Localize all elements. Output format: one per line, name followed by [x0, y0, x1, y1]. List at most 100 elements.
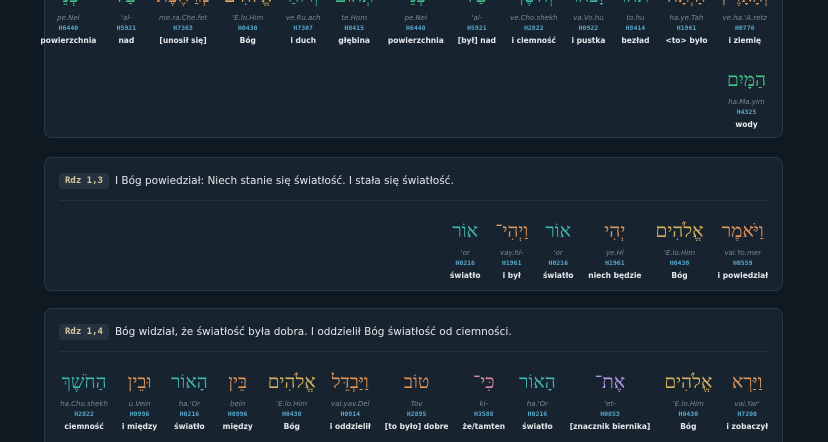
- strongs-number[interactable]: H5921: [117, 24, 137, 32]
- polish-gloss: i ciemność: [511, 36, 556, 45]
- transliteration: te.Hom: [341, 14, 368, 22]
- strongs-number[interactable]: H0216: [548, 259, 568, 267]
- strongs-number[interactable]: H0216: [455, 259, 475, 267]
- transliteration: ve.Cho.shekh: [510, 14, 558, 22]
- interlinear-word[interactable]: וַיְהִי־ vay.hi- H1961 i był: [495, 216, 528, 280]
- interlinear-word[interactable]: עַל 'al- H5921 nad: [110, 0, 142, 45]
- strongs-number[interactable]: H4325: [737, 108, 757, 116]
- polish-gloss: [był] nad: [457, 36, 497, 45]
- interlinear-word[interactable]: פְּנֵי pe.Nei H6440 powierzchnia: [388, 0, 444, 45]
- polish-gloss: i duch: [290, 36, 317, 45]
- polish-gloss: i powiedział: [717, 271, 768, 280]
- hebrew-word: מְרַחֶפֶת: [156, 0, 209, 11]
- verse-card: Rdz 1,3 I Bóg powiedział: Niech stanie s…: [44, 157, 783, 291]
- interlinear-word[interactable]: וּבֵין u.Vein H0996 i między: [122, 367, 157, 431]
- interlinear-word[interactable]: עַל 'al- H5921 [był] nad: [458, 0, 496, 45]
- strongs-number[interactable]: H0430: [679, 410, 699, 418]
- interlinear-word[interactable]: מְרַחֶפֶת me.ra.Che.fet H7363 [unosił się]: [156, 0, 209, 45]
- interlinear-word[interactable]: פְּנֵי pe.Nei H6440 powierzchnia: [40, 0, 96, 45]
- interlinear-word[interactable]: וְהָאָרֶץ ve.ha.'A.retz H0776 i ziemię: [722, 0, 768, 45]
- interlinear-words: וְהָאָרֶץ ve.ha.'A.retz H0776 i ziemię הָיְת…: [26, 0, 768, 45]
- transliteration: Tov: [410, 400, 423, 408]
- transliteration: vai.yav.Del: [331, 400, 370, 408]
- interlinear-word[interactable]: אֱלֹהִים 'E.lo.Him H0430 Bóg: [655, 216, 703, 280]
- transliteration: 'or: [460, 249, 470, 257]
- interlinear-word[interactable]: וַיַּבְדֵּל vai.yav.Del H0914 i oddzielił: [330, 367, 371, 431]
- strongs-number[interactable]: H0216: [180, 410, 200, 418]
- interlinear-word[interactable]: אֱלֹהִים 'E.lo.Him H0430 Bóg: [664, 367, 712, 431]
- hebrew-word: אֶת־: [594, 371, 626, 393]
- strongs-number[interactable]: H5921: [467, 24, 487, 32]
- verse-reference-badge[interactable]: Rdz 1,3: [59, 173, 109, 189]
- polish-gloss: i ziemię: [728, 36, 762, 45]
- strongs-number[interactable]: H7363: [173, 24, 193, 32]
- interlinear-word[interactable]: וַיֹּאמֶר vai.Yo.mer H0559 i powiedział: [718, 216, 768, 280]
- interlinear-word[interactable]: תֹהוּ to.hu H8414 bezład: [619, 0, 651, 45]
- strongs-number[interactable]: H2822: [524, 24, 544, 32]
- verse-header: Rdz 1,3 I Bóg powiedział: Niech stanie s…: [59, 173, 454, 189]
- interlinear-word[interactable]: טוֹב Tov H2895 [to było] dobre: [385, 367, 449, 431]
- strongs-number[interactable]: H1961: [605, 259, 625, 267]
- transliteration: vai.Yar': [734, 400, 760, 408]
- interlinear-word[interactable]: וְחֹשֶׁךְ ve.Cho.shekh H2822 i ciemność: [510, 0, 557, 45]
- interlinear-word[interactable]: וָבֹהוּ va.Vo.hu H0922 i pustka: [571, 0, 605, 45]
- strongs-number[interactable]: H0430: [282, 410, 302, 418]
- hebrew-word: אֱלֹהִים: [655, 220, 704, 242]
- transliteration: 'E.lo.Him: [663, 249, 696, 257]
- verse-card: Rdz 1,4 Bóg widział, że światłość była d…: [44, 308, 783, 442]
- interlinear-word[interactable]: יְהִי ye.Hi H1961 niech będzie: [588, 216, 641, 280]
- interlinear-words: וַיֹּאמֶר vai.Yo.mer H0559 i powiedział אֱלֹ…: [435, 216, 768, 280]
- interlinear-word[interactable]: כִּי־ ki- H3588 że/tamten: [462, 367, 505, 431]
- strongs-number[interactable]: H8415: [344, 24, 364, 32]
- polish-gloss: Bóg: [239, 36, 256, 45]
- polish-gloss: powierzchnia: [40, 36, 97, 45]
- strongs-number[interactable]: H0776: [735, 24, 755, 32]
- interlinear-word[interactable]: אוֹר 'or H0216 światło: [542, 216, 574, 280]
- interlinear-word[interactable]: אוֹר 'or H0216 światło: [449, 216, 481, 280]
- interlinear-word[interactable]: הָאוֹר ha.'Or H0216 światło: [171, 367, 208, 431]
- hebrew-word: עַל: [117, 0, 137, 11]
- strongs-number[interactable]: H0922: [579, 24, 599, 32]
- hebrew-word: וַיֹּאמֶר: [721, 220, 764, 242]
- strongs-number[interactable]: H3588: [474, 410, 494, 418]
- strongs-number[interactable]: H2822: [74, 410, 94, 418]
- polish-gloss: <to> było: [665, 36, 708, 45]
- strongs-number[interactable]: H0853: [600, 410, 620, 418]
- transliteration: ha.Cho.shekh: [60, 400, 108, 408]
- strongs-number[interactable]: H0430: [238, 24, 258, 32]
- strongs-number[interactable]: H6440: [59, 24, 79, 32]
- interlinear-word[interactable]: וְרוּחַ ve.Ru.ach H7307 i duch: [286, 0, 321, 45]
- hebrew-word: וְרוּחַ: [288, 0, 318, 11]
- verse-reference-badge[interactable]: Rdz 1,4: [59, 324, 109, 340]
- strongs-number[interactable]: H0559: [733, 259, 753, 267]
- strongs-number[interactable]: H0996: [130, 410, 150, 418]
- strongs-number[interactable]: H1961: [677, 24, 697, 32]
- interlinear-word[interactable]: הָאוֹר ha.'Or H0216 światło: [519, 367, 556, 431]
- strongs-number[interactable]: H0996: [228, 410, 248, 418]
- strongs-number[interactable]: H7307: [293, 24, 313, 32]
- strongs-number[interactable]: H0216: [528, 410, 548, 418]
- polish-gloss: [to było] dobre: [384, 422, 449, 431]
- strongs-number[interactable]: H2895: [407, 410, 427, 418]
- strongs-number[interactable]: H6440: [406, 24, 426, 32]
- interlinear-word[interactable]: וַיַּרְא vai.Yar' H7200 i zobaczył: [726, 367, 768, 431]
- hebrew-word: אֱלֹהִים: [224, 0, 272, 11]
- strongs-number[interactable]: H8414: [626, 24, 646, 32]
- strongs-number[interactable]: H0914: [340, 410, 360, 418]
- transliteration: 'et-: [604, 400, 616, 408]
- interlinear-word[interactable]: הַחֹשֶׁךְ ha.Cho.shekh H2822 ciemność: [60, 367, 108, 431]
- transliteration: ha.Ma.yim: [728, 98, 765, 106]
- interlinear-word[interactable]: הָיְתָה ha.ye.Tah H1961 <to> było: [665, 0, 707, 45]
- strongs-number[interactable]: H0430: [670, 259, 690, 267]
- interlinear-word[interactable]: אֱלֹהִים 'E.lo.Him H0430 Bóg: [224, 0, 272, 45]
- interlinear-word[interactable]: אֱלֹהִים 'E.lo.Him H0430 Bóg: [268, 367, 316, 431]
- interlinear-word[interactable]: תְהוֹם te.Hom H8415 głębina: [335, 0, 374, 45]
- strongs-number[interactable]: H7200: [737, 410, 757, 418]
- interlinear-word[interactable]: אֶת־ 'et- H0853 [znacznik biernika]: [570, 367, 651, 431]
- interlinear-word[interactable]: בֵּין bein H0996 między: [222, 367, 254, 431]
- transliteration: ha.ye.Tah: [669, 14, 704, 22]
- divider: [59, 351, 768, 352]
- strongs-number[interactable]: H1961: [502, 259, 522, 267]
- verse-translation: I Bóg powiedział: Niech stanie się świat…: [114, 175, 454, 187]
- interlinear-word[interactable]: הַמָּיִם ha.Ma.yim H4325 wody: [727, 65, 766, 129]
